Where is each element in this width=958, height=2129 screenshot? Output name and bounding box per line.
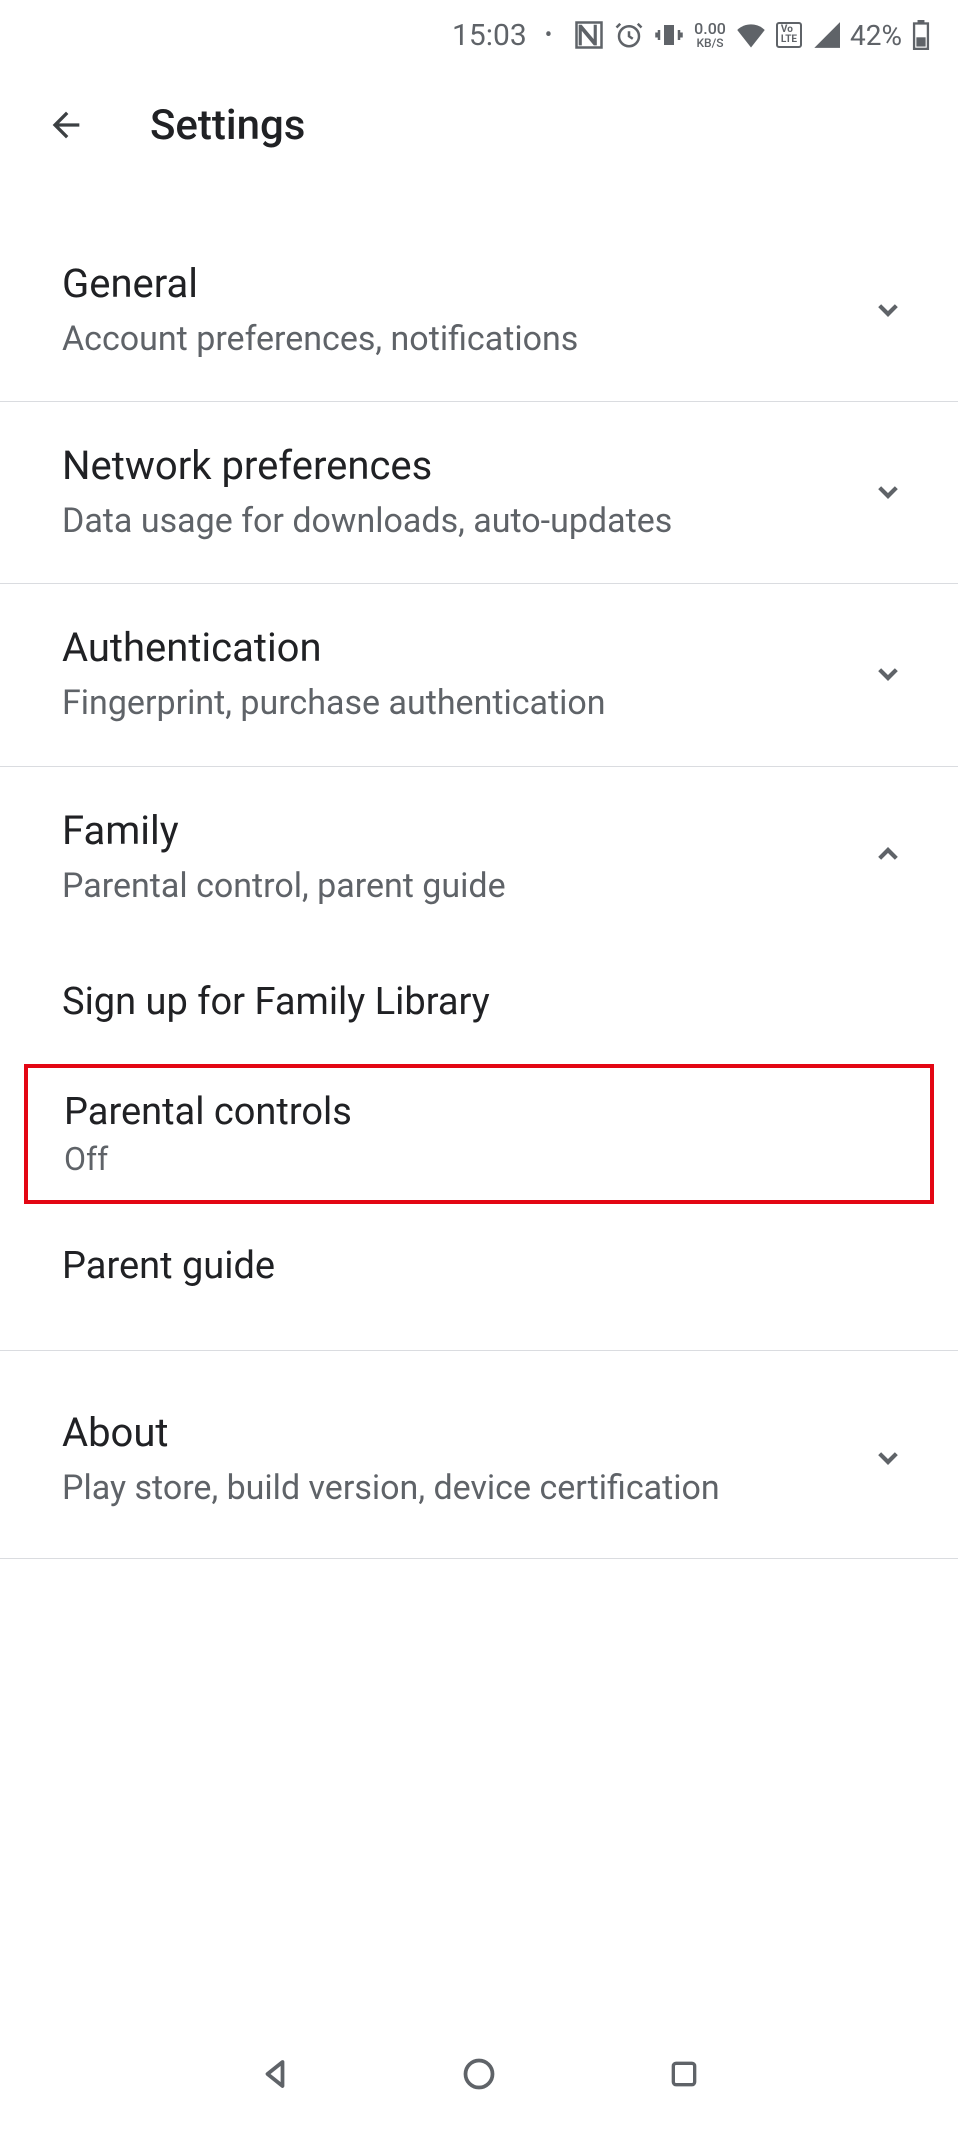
section-title: Authentication [62, 624, 606, 671]
section-subtitle: Play store, build version, device certif… [62, 1466, 720, 1510]
section-subtitle: Data usage for downloads, auto-updates [62, 499, 672, 543]
nav-back-button[interactable] [245, 2044, 305, 2104]
section-subtitle: Account preferences, notifications [62, 317, 578, 361]
triangle-left-icon [257, 2056, 293, 2092]
section-family-group: Family Parental control, parent guide Si… [0, 767, 958, 1351]
vibrate-icon [654, 20, 684, 50]
app-bar: Settings [0, 70, 958, 180]
arrow-left-icon [46, 105, 86, 145]
data-rate: 0.00 KB/S [694, 21, 726, 49]
section-title: About [62, 1409, 720, 1456]
back-button[interactable] [42, 101, 90, 149]
battery-icon [912, 20, 930, 50]
wifi-icon [736, 22, 766, 48]
section-authentication[interactable]: Authentication Fingerprint, purchase aut… [0, 584, 958, 766]
chevron-down-icon [868, 653, 908, 697]
subitem-title: Parent guide [62, 1244, 908, 1288]
status-time: 15:03 [452, 18, 527, 53]
section-about[interactable]: About Play store, build version, device … [0, 1361, 958, 1559]
settings-list: General Account preferences, notificatio… [0, 180, 958, 1559]
parent-guide-item[interactable]: Parent guide [0, 1212, 958, 1320]
signal-icon [812, 22, 840, 48]
section-subtitle: Fingerprint, purchase authentication [62, 681, 606, 725]
page-title: Settings [150, 101, 305, 150]
chevron-up-icon [868, 835, 908, 879]
nfc-icon [574, 20, 604, 50]
subitem-title: Parental controls [64, 1090, 930, 1134]
section-title: Family [62, 807, 506, 854]
volte-badge: Vo LTE [776, 22, 802, 48]
status-dot-icon: • [545, 23, 552, 48]
chevron-down-icon [868, 1437, 908, 1481]
section-general[interactable]: General Account preferences, notificatio… [0, 220, 958, 402]
family-signup-item[interactable]: Sign up for Family Library [0, 948, 958, 1056]
section-title: Network preferences [62, 442, 672, 489]
section-network[interactable]: Network preferences Data usage for downl… [0, 402, 958, 584]
chevron-down-icon [868, 289, 908, 333]
chevron-down-icon [868, 471, 908, 515]
nav-recent-button[interactable] [654, 2044, 714, 2104]
square-icon [668, 2058, 700, 2090]
section-subtitle: Parental control, parent guide [62, 864, 506, 908]
nav-home-button[interactable] [449, 2044, 509, 2104]
subitem-title: Sign up for Family Library [62, 980, 908, 1024]
parental-controls-item[interactable]: Parental controls Off [24, 1064, 934, 1204]
alarm-icon [614, 20, 644, 50]
status-bar: 15:03 • 0.00 KB/S Vo LTE 42% [0, 0, 958, 70]
section-family[interactable]: Family Parental control, parent guide [0, 767, 958, 948]
system-nav-bar [0, 2019, 958, 2129]
section-title: General [62, 260, 578, 307]
battery-percent: 42% [850, 19, 902, 52]
circle-icon [461, 2056, 497, 2092]
subitem-status: Off [64, 1140, 930, 1178]
